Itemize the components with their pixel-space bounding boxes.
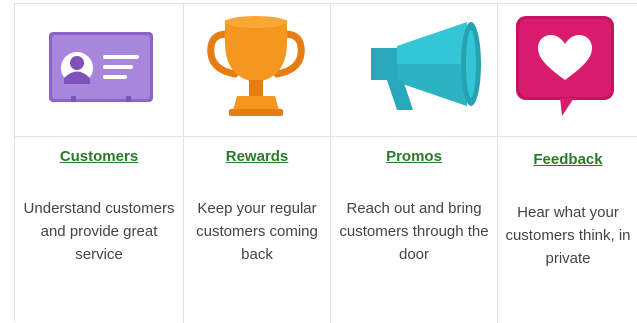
- feature-icon-cell: [331, 4, 497, 137]
- feature-description-customers: Understand customers and provide great s…: [23, 200, 175, 263]
- features-section: Customers Understand customers and provi…: [0, 0, 637, 323]
- feature-column-customers: Customers Understand customers and provi…: [15, 4, 184, 323]
- feature-column-promos: Promos Reach out and bring customers thr…: [331, 4, 498, 323]
- heart-chat-icon: [516, 16, 614, 116]
- feature-title-promos[interactable]: Promos: [331, 148, 497, 165]
- feature-icon-cell: [184, 4, 330, 137]
- id-card-icon: [49, 32, 153, 102]
- feature-description-rewards: Keep your regular customers coming back: [196, 200, 318, 263]
- feature-title-feedback[interactable]: Feedback: [498, 151, 637, 168]
- feature-column-rewards: Rewards Keep your regular customers comi…: [184, 4, 331, 323]
- feature-icon-cell: [498, 4, 637, 137]
- trophy-icon: [207, 16, 305, 116]
- feature-column-feedback: Feedback Hear what your customers think,…: [498, 4, 637, 323]
- feature-title-customers[interactable]: Customers: [15, 148, 183, 165]
- feature-description-feedback: Hear what your customers think, in priva…: [505, 204, 631, 267]
- megaphone-icon: [371, 22, 481, 110]
- feature-title-rewards[interactable]: Rewards: [184, 148, 330, 165]
- feature-icon-cell: [15, 4, 183, 137]
- features-grid: Customers Understand customers and provi…: [14, 3, 637, 323]
- feature-description-promos: Reach out and bring customers through th…: [339, 200, 489, 263]
